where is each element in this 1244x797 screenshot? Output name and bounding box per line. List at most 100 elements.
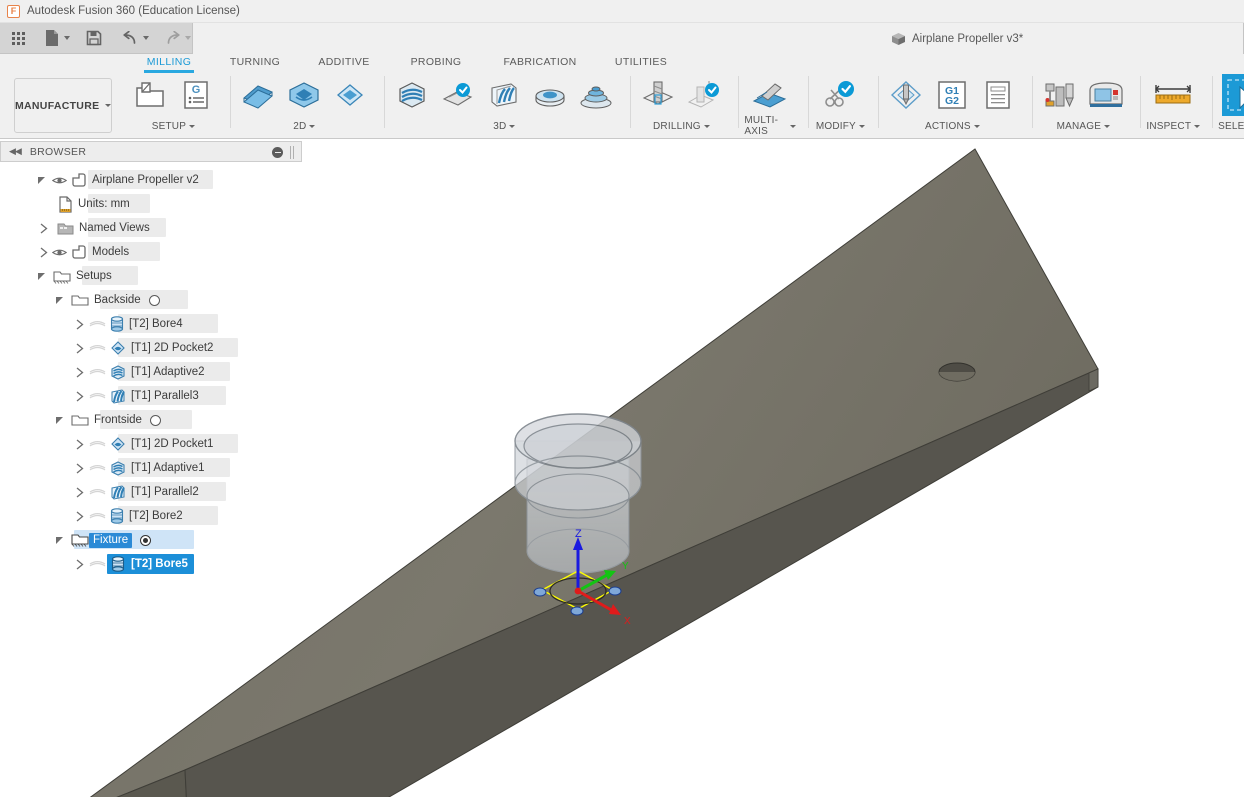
tree-item-setup-frontside[interactable]: Frontside — [0, 408, 302, 432]
expander-closed-icon[interactable] — [76, 366, 84, 378]
tool-library-button[interactable] — [1038, 73, 1082, 117]
panel-setup-label[interactable]: SETUP — [152, 119, 196, 133]
tree-item-setup-backside[interactable]: Backside — [0, 288, 302, 312]
visibility-hidden-icon[interactable] — [89, 390, 106, 402]
tree-item-operation-parallel2[interactable]: [T1] Parallel2 — [0, 480, 302, 504]
post-process-button[interactable]: G1 G2 — [930, 73, 974, 117]
tree-item-named-views[interactable]: Named Views — [0, 216, 302, 240]
tab-milling[interactable]: MILLING — [140, 54, 198, 73]
panel-manage-label[interactable]: MANAGE — [1057, 119, 1111, 133]
panel-actions-label[interactable]: ACTIONS — [925, 119, 980, 133]
visibility-hidden-icon[interactable] — [89, 438, 106, 450]
panel-resize-grip[interactable] — [290, 146, 296, 159]
bore-button[interactable] — [682, 73, 726, 117]
tab-additive[interactable]: ADDITIVE — [313, 54, 375, 68]
expander-closed-icon[interactable] — [76, 438, 84, 450]
tree-item-setup-fixture[interactable]: Fixture — [0, 528, 302, 552]
setup-button[interactable] — [128, 73, 172, 117]
redo-button[interactable] — [159, 23, 196, 54]
expander-closed-icon[interactable] — [76, 510, 84, 522]
adaptive3d-button[interactable] — [390, 73, 434, 117]
expander-closed-icon[interactable] — [76, 558, 84, 570]
tree-item-airplane-propeller[interactable]: Airplane Propeller v2 — [0, 168, 302, 192]
visibility-eye-icon[interactable] — [52, 247, 67, 258]
panel-inspect-label[interactable]: INSPECT — [1146, 119, 1201, 133]
pocket-clearing-button[interactable] — [436, 73, 480, 117]
expander-open-icon[interactable] — [56, 296, 63, 304]
setup-sheet-button[interactable] — [976, 73, 1020, 117]
select-button[interactable] — [1219, 73, 1244, 117]
visibility-hidden-icon[interactable] — [89, 462, 106, 474]
visibility-hidden-icon[interactable] — [89, 366, 106, 378]
tree-item-operation-bore4[interactable]: [T2] Bore4 — [0, 312, 302, 336]
face-button[interactable] — [236, 73, 280, 117]
tree-item-operation-bore2[interactable]: [T2] Bore2 — [0, 504, 302, 528]
tree-item-setups[interactable]: Setups — [0, 264, 302, 288]
bore-hole[interactable] — [938, 362, 976, 382]
measure-button[interactable] — [1147, 73, 1199, 117]
tab-turning[interactable]: TURNING — [226, 54, 284, 68]
visibility-eye-icon[interactable] — [52, 175, 67, 186]
app-grid-button[interactable] — [6, 23, 31, 54]
setup-active-radio[interactable] — [149, 414, 161, 426]
tree-item-operation-2dpocket2[interactable]: [T1] 2D Pocket2 — [0, 336, 302, 360]
ramp-button[interactable] — [574, 73, 618, 117]
expander-closed-icon[interactable] — [76, 318, 84, 330]
pocket2d-button[interactable] — [328, 73, 372, 117]
panel-modify-label[interactable]: MODIFY — [816, 119, 865, 133]
wcs-origin-triad[interactable]: Z Y X — [533, 528, 631, 627]
machine-library-button[interactable] — [1084, 73, 1128, 117]
visibility-hidden-icon[interactable] — [89, 486, 106, 498]
undo-button[interactable] — [117, 23, 154, 54]
panel-drilling-label[interactable]: DRILLING — [653, 119, 710, 133]
modify-button[interactable] — [814, 73, 866, 117]
visibility-hidden-icon[interactable] — [89, 318, 106, 330]
visibility-hidden-icon[interactable] — [89, 558, 106, 570]
save-button[interactable] — [81, 23, 107, 54]
tree-item-operation-bore5[interactable]: [T2] Bore5 — [0, 552, 302, 576]
tree-item-operation-2dpocket1[interactable]: [T1] 2D Pocket1 — [0, 432, 302, 456]
toolpath-cylinder[interactable] — [514, 413, 642, 574]
setup-active-radio[interactable] — [148, 294, 160, 306]
expander-closed-icon[interactable] — [40, 222, 48, 234]
new-file-button[interactable] — [39, 23, 75, 54]
chevron-down-icon[interactable] — [64, 36, 70, 40]
multiaxis-button[interactable] — [744, 73, 796, 117]
tree-item-models[interactable]: Models — [0, 240, 302, 264]
tree-item-operation-parallel3[interactable]: [T1] Parallel3 — [0, 384, 302, 408]
panel-select-label[interactable]: SELECT — [1218, 119, 1244, 133]
tab-utilities[interactable]: UTILITIES — [610, 54, 672, 68]
expander-closed-icon[interactable] — [40, 246, 48, 258]
panel-2d-label[interactable]: 2D — [293, 119, 316, 133]
document-tab[interactable]: Airplane Propeller v3* — [192, 23, 1244, 54]
simulate-button[interactable] — [884, 73, 928, 117]
origin-point[interactable] — [574, 587, 582, 595]
tree-item-operation-adaptive1[interactable]: [T1] Adaptive1 — [0, 456, 302, 480]
selected-operation-highlight[interactable]: [T2] Bore5 — [107, 554, 194, 574]
expander-closed-icon[interactable] — [76, 390, 84, 402]
expander-open-icon[interactable] — [38, 272, 45, 280]
expander-open-icon[interactable] — [56, 416, 63, 424]
tree-item-units[interactable]: Units: mm — [0, 192, 302, 216]
setup-active-radio[interactable] — [140, 534, 152, 546]
expander-closed-icon[interactable] — [76, 486, 84, 498]
expander-open-icon[interactable] — [56, 536, 63, 544]
adaptive2d-button[interactable] — [282, 73, 326, 117]
tab-probing[interactable]: PROBING — [406, 54, 466, 68]
expander-open-icon[interactable] — [38, 176, 45, 184]
expander-closed-icon[interactable] — [76, 462, 84, 474]
expander-closed-icon[interactable] — [76, 342, 84, 354]
minus-circle-icon[interactable] — [272, 147, 283, 158]
visibility-hidden-icon[interactable] — [89, 510, 106, 522]
chevron-down-icon[interactable] — [143, 36, 149, 40]
tree-item-operation-adaptive2[interactable]: [T1] Adaptive2 — [0, 360, 302, 384]
contour-button[interactable] — [528, 73, 572, 117]
ncprogram-button[interactable]: G — [174, 73, 218, 117]
drill-button[interactable] — [636, 73, 680, 117]
panel-3d-label[interactable]: 3D — [493, 119, 516, 133]
workspace-selector[interactable]: MANUFACTURE — [14, 78, 113, 133]
visibility-hidden-icon[interactable] — [89, 342, 106, 354]
chevron-down-icon[interactable] — [185, 36, 191, 40]
stock-corner-handles[interactable] — [533, 586, 622, 616]
tab-fabrication[interactable]: FABRICATION — [500, 54, 580, 68]
